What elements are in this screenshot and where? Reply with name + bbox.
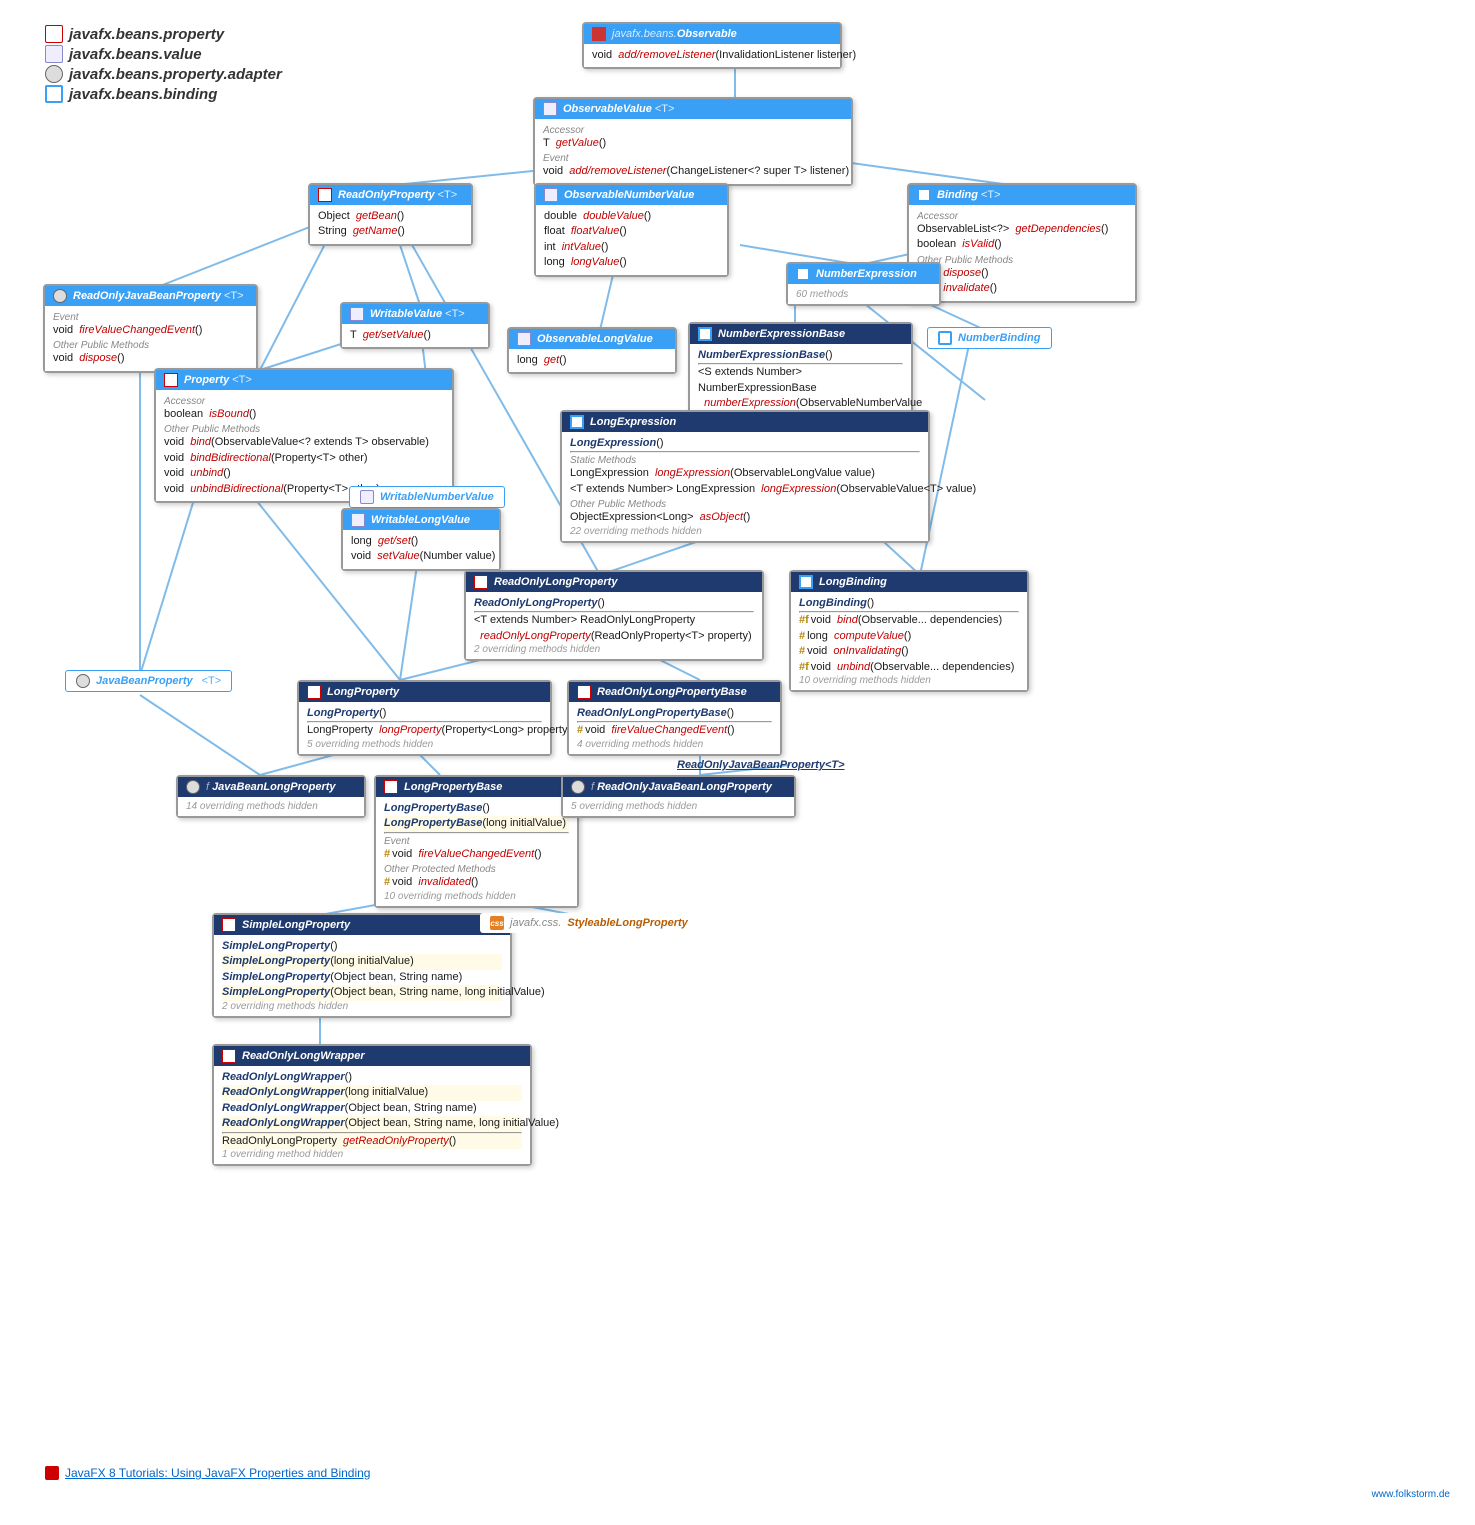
property-icon xyxy=(222,918,236,932)
value-icon xyxy=(350,307,364,321)
property-icon xyxy=(577,685,591,699)
tutorial-link[interactable]: JavaFX 8 Tutorials: Using JavaFX Propert… xyxy=(45,1466,370,1480)
legend-label: javafx.beans.binding xyxy=(69,86,217,103)
value-icon xyxy=(360,490,374,504)
value-icon xyxy=(45,45,63,63)
binding-icon xyxy=(917,188,931,202)
binding-icon xyxy=(799,575,813,589)
class-numberbinding[interactable]: NumberBinding xyxy=(927,327,1052,349)
class-name: JavaBeanProperty xyxy=(96,675,193,687)
value-icon xyxy=(543,102,557,116)
adapter-icon xyxy=(571,780,585,794)
class-name: NumberExpression xyxy=(816,268,917,280)
class-writablelongvalue[interactable]: WritableLongValue long get/set() void se… xyxy=(341,508,501,571)
class-readonlylongpropertybase[interactable]: ReadOnlyLongPropertyBase ReadOnlyLongPro… xyxy=(567,680,782,756)
final-letter: f xyxy=(206,781,209,793)
class-name: WritableLongValue xyxy=(371,514,470,526)
adapter-icon xyxy=(186,780,200,794)
property-icon xyxy=(384,780,398,794)
legend-item: javafx.beans.property xyxy=(45,25,282,43)
class-javabeanproperty[interactable]: JavaBeanProperty<T> xyxy=(65,670,232,692)
class-numberexpression[interactable]: NumberExpression 60 methods xyxy=(786,262,941,306)
class-name: LongProperty xyxy=(327,686,399,698)
class-longbinding[interactable]: LongBinding LongBinding() #fvoid bind(Ob… xyxy=(789,570,1029,692)
class-readonlyjavabeanproperty[interactable]: ReadOnlyJavaBeanProperty<T> Event void f… xyxy=(43,284,258,373)
css-icon: css xyxy=(490,916,504,930)
property-icon xyxy=(45,25,63,43)
class-binding[interactable]: Binding<T> Accessor ObservableList<?> ge… xyxy=(907,183,1137,303)
property-icon xyxy=(474,575,488,589)
class-name: Property xyxy=(184,374,229,386)
class-observablenumbervalue[interactable]: ObservableNumberValue double doubleValue… xyxy=(534,183,729,277)
pkg-prefix: javafx.beans. xyxy=(612,28,677,40)
binding-icon xyxy=(938,331,952,345)
property-icon xyxy=(318,188,332,202)
class-name: ObservableNumberValue xyxy=(564,189,694,201)
property-icon xyxy=(164,373,178,387)
class-readonlylongwrapper[interactable]: ReadOnlyLongWrapper ReadOnlyLongWrapper(… xyxy=(212,1044,532,1166)
final-letter: f xyxy=(591,781,594,793)
legend-item: javafx.beans.binding xyxy=(45,85,282,103)
binding-icon xyxy=(698,327,712,341)
class-writablenumbervalue[interactable]: WritableNumberValue xyxy=(349,486,505,508)
class-name: WritableNumberValue xyxy=(380,491,494,503)
class-observable[interactable]: javafx.beans. Observable void add/remove… xyxy=(582,22,842,69)
class-longexpression[interactable]: LongExpression LongExpression() Static M… xyxy=(560,410,930,543)
property-icon xyxy=(307,685,321,699)
legend-item: javafx.beans.value xyxy=(45,45,282,63)
class-observablelongvalue[interactable]: ObservableLongValue long get() xyxy=(507,327,677,374)
adapter-icon xyxy=(45,65,63,83)
class-name: ReadOnlyLongProperty xyxy=(494,576,617,588)
class-readonlyproperty[interactable]: ReadOnlyProperty<T> Object getBean() Str… xyxy=(308,183,473,246)
value-icon xyxy=(517,332,531,346)
observable-icon xyxy=(592,27,606,41)
class-name: SimpleLongProperty xyxy=(242,919,350,931)
legend-item: javafx.beans.property.adapter xyxy=(45,65,282,83)
class-name: LongPropertyBase xyxy=(404,781,502,793)
class-observablevalue[interactable]: ObservableValue<T> Accessor T getValue()… xyxy=(533,97,853,186)
class-writablevalue[interactable]: WritableValue<T> T get/setValue() xyxy=(340,302,490,349)
attribution: www.folkstorm.de xyxy=(1372,1489,1450,1500)
class-name: ReadOnlyLongPropertyBase xyxy=(597,686,747,698)
class-name: ReadOnlyJavaBeanProperty xyxy=(73,290,221,302)
class-styleablelongproperty[interactable]: css javafx.css. StyleableLongProperty xyxy=(480,913,698,933)
binding-icon xyxy=(45,85,63,103)
oracle-icon xyxy=(45,1466,59,1480)
class-property[interactable]: Property<T> Accessor boolean isBound() O… xyxy=(154,368,454,503)
legend: javafx.beans.property javafx.beans.value… xyxy=(45,25,282,105)
legend-label: javafx.beans.value xyxy=(69,46,202,63)
class-javabeanlongproperty[interactable]: f JavaBeanLongProperty 14 overriding met… xyxy=(176,775,366,818)
binding-icon xyxy=(570,415,584,429)
class-name: NumberBinding xyxy=(958,332,1041,344)
class-name: NumberExpressionBase xyxy=(718,328,845,340)
class-name: ReadOnlyProperty xyxy=(338,189,435,201)
class-readonlyjavabeanlongproperty[interactable]: f ReadOnlyJavaBeanLongProperty 5 overrid… xyxy=(561,775,796,818)
link-readonlyjavabeanproperty[interactable]: ReadOnlyJavaBeanProperty<T> xyxy=(677,759,845,771)
class-name: JavaBeanLongProperty xyxy=(212,781,335,793)
class-name: ObservableLongValue xyxy=(537,333,653,345)
class-readonlylongproperty[interactable]: ReadOnlyLongProperty ReadOnlyLongPropert… xyxy=(464,570,764,661)
class-longpropertybase[interactable]: LongPropertyBase LongPropertyBase() Long… xyxy=(374,775,579,908)
class-name: Observable xyxy=(677,28,737,40)
class-name: Binding xyxy=(937,189,978,201)
value-icon xyxy=(544,188,558,202)
class-longproperty[interactable]: LongProperty LongProperty() LongProperty… xyxy=(297,680,552,756)
adapter-icon xyxy=(76,674,90,688)
legend-label: javafx.beans.property xyxy=(69,26,224,43)
legend-label: javafx.beans.property.adapter xyxy=(69,66,282,83)
class-name: ReadOnlyJavaBeanLongProperty xyxy=(597,781,772,793)
class-name: ReadOnlyLongWrapper xyxy=(242,1050,365,1062)
value-icon xyxy=(351,513,365,527)
class-name: LongBinding xyxy=(819,576,887,588)
pkg-prefix: javafx.css. xyxy=(510,917,561,929)
class-name: LongExpression xyxy=(590,416,676,428)
adapter-icon xyxy=(53,289,67,303)
class-simplelongproperty[interactable]: SimpleLongProperty SimpleLongProperty() … xyxy=(212,913,512,1018)
binding-icon xyxy=(796,267,810,281)
class-name: ObservableValue xyxy=(563,103,652,115)
class-name: StyleableLongProperty xyxy=(567,917,687,929)
link-text: JavaFX 8 Tutorials: Using JavaFX Propert… xyxy=(65,1466,370,1480)
property-icon xyxy=(222,1049,236,1063)
class-name: WritableValue xyxy=(370,308,442,320)
